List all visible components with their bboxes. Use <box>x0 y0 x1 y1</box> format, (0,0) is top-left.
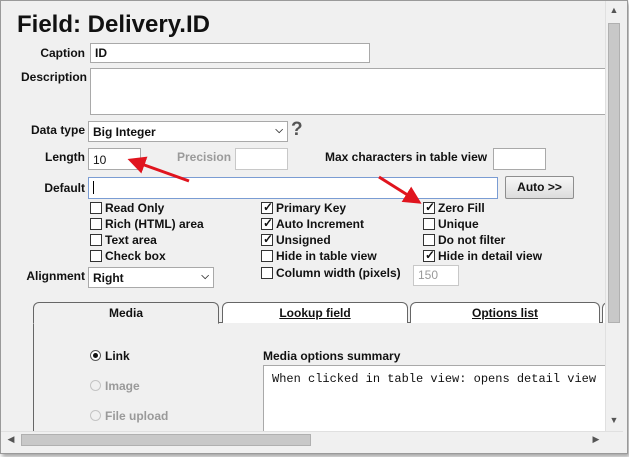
scroll-up-icon[interactable]: ▲ <box>607 5 621 15</box>
scroll-left-icon[interactable]: ◀ <box>4 434 18 445</box>
field-properties-window: Field: Delivery.ID Caption ID Descriptio… <box>0 0 628 454</box>
annotation-arrow-zero-fill <box>378 175 422 204</box>
tab-media[interactable]: Media <box>33 302 219 324</box>
horizontal-scrollbar[interactable]: ◀ ▶ <box>1 431 623 449</box>
horizontal-scroll-thumb[interactable] <box>21 434 311 446</box>
scroll-down-icon[interactable]: ▼ <box>607 415 621 425</box>
vertical-scrollbar[interactable]: ▲ ▼ <box>605 1 623 431</box>
vertical-scroll-thumb[interactable] <box>608 23 620 323</box>
annotation-arrow-length <box>127 156 190 183</box>
scroll-right-icon[interactable]: ▶ <box>589 434 603 445</box>
annotation-arrows <box>127 156 422 204</box>
